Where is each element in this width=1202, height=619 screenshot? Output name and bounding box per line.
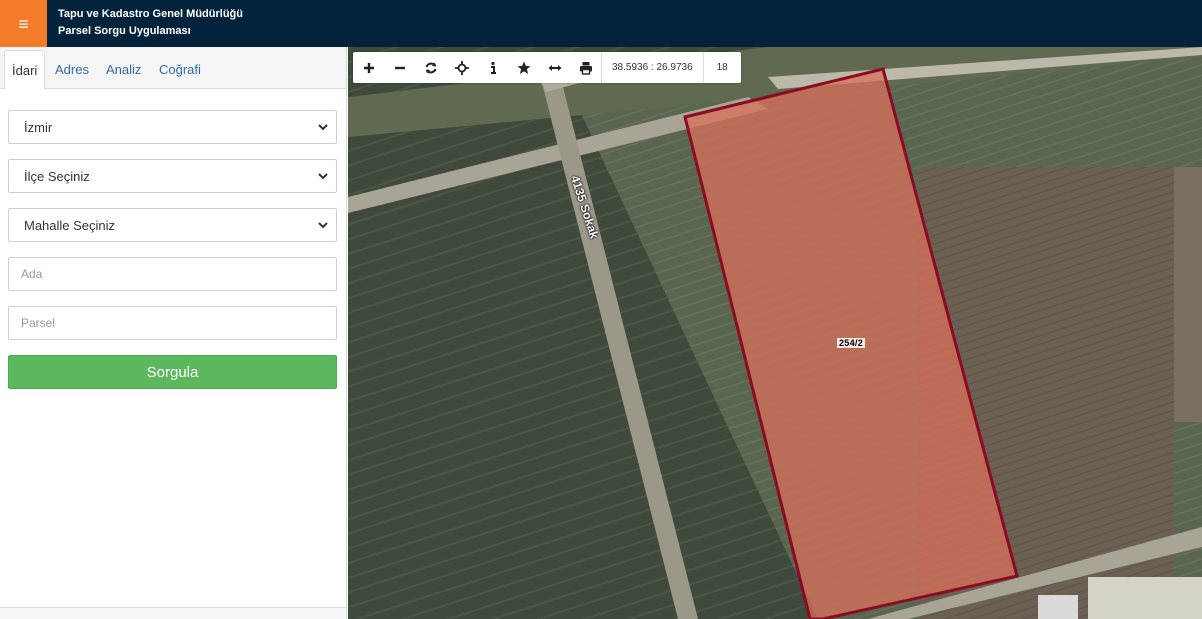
locate-button[interactable] bbox=[446, 52, 477, 83]
refresh-button[interactable] bbox=[415, 52, 446, 83]
coordinate-readout: 38.5936 : 26.9736 bbox=[601, 52, 703, 83]
app-title-line-1: Tapu ve Kadastro Genel Müdürlüğü bbox=[58, 8, 243, 20]
hamburger-menu-button[interactable]: ≡ bbox=[0, 0, 47, 47]
top-bar: ≡ Tapu ve Kadastro Genel Müdürlüğü Parse… bbox=[0, 0, 1202, 47]
sidebar: İdari Adres Analiz Coğrafi İzmir İlçe Se… bbox=[0, 47, 347, 619]
ilce-select[interactable]: İlçe Seçiniz bbox=[8, 159, 337, 193]
info-icon bbox=[490, 61, 496, 74]
zoom-in-button[interactable] bbox=[353, 52, 384, 83]
hamburger-menu-icon: ≡ bbox=[18, 13, 29, 34]
tab-adres[interactable]: Adres bbox=[48, 50, 96, 90]
crosshair-icon bbox=[454, 60, 469, 75]
parsel-input-placeholder: Parsel bbox=[21, 316, 56, 330]
satellite-imagery bbox=[348, 47, 1202, 619]
ilce-select-value: İlçe Seçiniz bbox=[24, 168, 90, 184]
tab-analiz[interactable]: Analiz bbox=[99, 50, 148, 90]
parsel-input[interactable]: Parsel bbox=[8, 306, 337, 340]
app-title-line-2: Parsel Sorgu Uygulaması bbox=[58, 25, 191, 37]
ada-input[interactable]: Ada bbox=[8, 257, 337, 291]
map-view[interactable]: 38.5936 : 26.9736 18 4135 Sokak 254/2 bbox=[348, 47, 1202, 619]
chevron-down-icon bbox=[318, 173, 328, 180]
il-select-value: İzmir bbox=[24, 119, 53, 135]
info-button[interactable] bbox=[477, 52, 508, 83]
print-icon bbox=[579, 61, 592, 75]
map-toolbar: 38.5936 : 26.9736 18 bbox=[353, 52, 741, 83]
zoom-out-button[interactable] bbox=[384, 52, 415, 83]
favorite-button[interactable] bbox=[508, 52, 539, 83]
zoom-level-readout: 18 bbox=[702, 52, 741, 83]
chevron-down-icon bbox=[318, 222, 328, 229]
chevron-down-icon bbox=[318, 124, 328, 131]
sidebar-tabs: İdari Adres Analiz Coğrafi bbox=[0, 47, 346, 90]
sorgula-button[interactable]: Sorgula bbox=[8, 355, 337, 389]
il-select[interactable]: İzmir bbox=[8, 110, 337, 144]
zoom-out-icon bbox=[394, 66, 405, 69]
app-title: Tapu ve Kadastro Genel Müdürlüğü Parsel … bbox=[58, 6, 243, 40]
mahalle-select-value: Mahalle Seçiniz bbox=[24, 217, 116, 233]
measure-icon bbox=[548, 64, 561, 71]
parcel-label[interactable]: 254/2 bbox=[837, 338, 866, 348]
measure-button[interactable] bbox=[539, 52, 570, 83]
zoom-in-icon bbox=[363, 62, 374, 73]
mahalle-select[interactable]: Mahalle Seçiniz bbox=[8, 208, 337, 242]
tab-idari[interactable]: İdari bbox=[4, 50, 46, 90]
ada-input-placeholder: Ada bbox=[21, 267, 43, 281]
print-button[interactable] bbox=[570, 52, 601, 83]
tab-cografi[interactable]: Coğrafi bbox=[152, 50, 208, 90]
refresh-icon bbox=[425, 62, 436, 73]
sidebar-footer-strip bbox=[0, 607, 346, 619]
star-icon bbox=[517, 61, 530, 74]
